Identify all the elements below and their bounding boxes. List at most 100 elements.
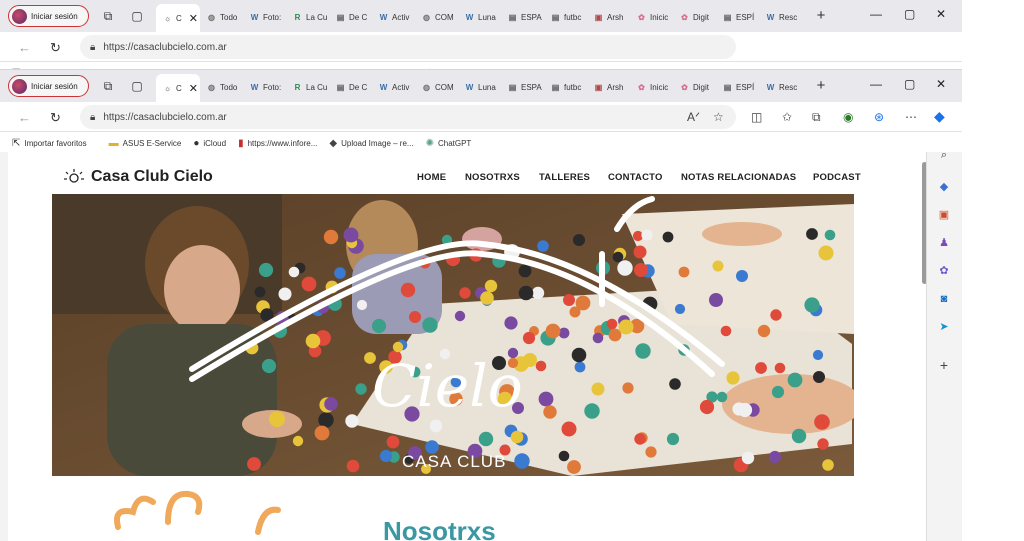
favorite-star-icon[interactable]: ☆ <box>713 110 724 124</box>
tab-10[interactable]: ✿ Inicic <box>636 6 678 28</box>
tab-7[interactable]: ▤ ESPA <box>507 6 549 28</box>
bottle-cap <box>645 446 657 458</box>
add-sidebar-icon[interactable]: + <box>937 358 951 372</box>
minimize-icon[interactable]: — <box>870 7 882 21</box>
minimize-icon[interactable]: — <box>870 77 882 91</box>
tools-icon[interactable]: ▣ <box>937 208 951 222</box>
tab-actions-icon[interactable]: ▢ <box>130 9 144 23</box>
bottle-cap <box>755 362 767 374</box>
profile-button[interactable]: Iniciar sesión <box>8 75 89 97</box>
browser-essentials-icon[interactable]: ⊛ <box>874 110 884 124</box>
tab-12[interactable]: ▤ ESPÍ <box>722 76 764 98</box>
site-logo[interactable]: Casa Club Cielo <box>63 168 213 186</box>
bookmark-2[interactable]: ●iCloud <box>193 138 226 149</box>
nav-home[interactable]: HOME <box>417 172 446 183</box>
tab-1[interactable]: W Foto: <box>249 6 291 28</box>
url-field[interactable]: 🔒︎ https://casaclubcielo.com.ar <box>80 105 736 129</box>
bottle-cap <box>622 382 634 394</box>
games-icon[interactable]: ♟ <box>937 236 951 250</box>
nav-talleres[interactable]: TALLERES <box>539 172 590 183</box>
refresh-icon[interactable]: ↻ <box>50 110 61 126</box>
tab-8[interactable]: ▤ futbc <box>550 6 592 28</box>
globe-icon: ◍ <box>423 12 430 22</box>
tab-active[interactable]: ☼ C ✕ <box>156 4 200 32</box>
maximize-icon[interactable]: ▢ <box>904 7 915 21</box>
tab-4[interactable]: W Activ <box>378 6 420 28</box>
bookmark-1[interactable]: ▬ASUS E-Service <box>109 138 182 149</box>
outlook-icon[interactable]: ◙ <box>937 292 951 306</box>
tab-3[interactable]: ▤ De C <box>335 76 377 98</box>
bottle-cap <box>641 229 653 241</box>
profile-label: Iniciar sesión <box>31 81 78 91</box>
microsoft365-icon[interactable]: ✿ <box>937 264 951 278</box>
tab-7[interactable]: ▤ ESPA <box>507 76 549 98</box>
nav-notas-relacionadas[interactable]: NOTAS RELACIONADAS <box>681 172 796 183</box>
tab-5[interactable]: ◍ COM <box>421 76 463 98</box>
close-window-icon[interactable]: ✕ <box>936 77 946 91</box>
nav-contacto[interactable]: CONTACTO <box>608 172 663 183</box>
tab-6[interactable]: W Luna <box>464 76 506 98</box>
close-icon[interactable]: ✕ <box>189 12 198 25</box>
close-icon[interactable]: ✕ <box>189 82 198 95</box>
tab-label: La Cu <box>306 12 328 22</box>
maximize-icon[interactable]: ▢ <box>904 77 915 91</box>
tab-3[interactable]: ▤ De C <box>335 6 377 28</box>
bookmark-4[interactable]: ◆Upload Image – re... <box>329 138 413 149</box>
profile-button[interactable]: Iniciar sesión <box>8 5 89 27</box>
tab-0[interactable]: ◍ Todo <box>206 76 248 98</box>
workspaces-icon[interactable]: ⧉ <box>101 9 115 23</box>
bookmark-5[interactable]: ✺ChatGPT <box>426 138 472 149</box>
search-icon[interactable]: ⌕ <box>937 148 951 162</box>
section-title: Nosotrxs <box>383 516 496 541</box>
tab-13[interactable]: W Resc <box>765 76 807 98</box>
new-tab-icon[interactable]: + <box>814 78 828 93</box>
tab-actions-icon[interactable]: ▢ <box>130 79 144 93</box>
address-bar-row: ← ↻ 🔒︎ https://casaclubcielo.com.ar <box>0 32 962 62</box>
bottle-cap <box>791 428 807 444</box>
send-icon[interactable]: ➤ <box>937 320 951 334</box>
tab-12[interactable]: ▤ ESPÍ <box>722 6 764 28</box>
flower-icon: ✿ <box>638 82 645 92</box>
tab-label: futbc <box>564 82 582 92</box>
bookmark-0[interactable]: ⇱Importar favoritos <box>12 138 87 149</box>
extension-icon[interactable]: ◉ <box>843 110 853 124</box>
lock-icon: 🔒︎ <box>90 111 96 123</box>
back-icon[interactable]: ← <box>18 40 31 55</box>
bottle-cap <box>537 240 549 252</box>
split-screen-icon[interactable]: ◫ <box>751 110 762 124</box>
nav-podcast[interactable]: PODCAST <box>813 172 861 183</box>
collections-icon[interactable]: ⧉ <box>812 110 821 125</box>
tab-9[interactable]: ▣ Arsh <box>593 6 635 28</box>
bookmark-3[interactable]: ▮https://www.infore... <box>238 138 317 149</box>
tab-2[interactable]: R La Cu <box>292 6 334 28</box>
tab-0[interactable]: ◍ Todo <box>206 6 248 28</box>
bottle-cap <box>563 294 575 306</box>
nav-nosotrxs[interactable]: NOSOTRXS <box>465 172 520 183</box>
tab-11[interactable]: ✿ Digit <box>679 76 721 98</box>
url-field[interactable]: 🔒︎ https://casaclubcielo.com.ar <box>80 35 736 59</box>
workspaces-icon[interactable]: ⧉ <box>101 79 115 93</box>
tab-1[interactable]: W Foto: <box>249 76 291 98</box>
tab-9[interactable]: ▣ Arsh <box>593 76 635 98</box>
tab-2[interactable]: R La Cu <box>292 76 334 98</box>
tab-5[interactable]: ◍ COM <box>421 6 463 28</box>
tab-4[interactable]: W Activ <box>378 76 420 98</box>
tab-8[interactable]: ▤ futbc <box>550 76 592 98</box>
close-window-icon[interactable]: ✕ <box>936 7 946 21</box>
bottle-cap <box>674 303 686 315</box>
back-icon[interactable]: ← <box>18 110 31 125</box>
tab-13[interactable]: W Resc <box>765 6 807 28</box>
globe-icon: ◍ <box>423 82 430 92</box>
read-aloud-icon[interactable]: Aᐟ <box>687 110 700 124</box>
tab-11[interactable]: ✿ Digit <box>679 6 721 28</box>
tab-10[interactable]: ✿ Inicic <box>636 76 678 98</box>
more-icon[interactable]: ⋯ <box>905 110 917 124</box>
refresh-icon[interactable]: ↻ <box>50 40 61 56</box>
tab-active[interactable]: ☼ C ✕ <box>156 74 200 102</box>
favorites-icon[interactable]: ✩ <box>782 110 792 124</box>
shopping-tag-icon[interactable]: ◆ <box>937 180 951 194</box>
tab-6[interactable]: W Luna <box>464 6 506 28</box>
bottle-cap <box>334 267 346 279</box>
new-tab-icon[interactable]: + <box>814 8 828 23</box>
copilot-icon[interactable]: ◆ <box>934 108 945 125</box>
